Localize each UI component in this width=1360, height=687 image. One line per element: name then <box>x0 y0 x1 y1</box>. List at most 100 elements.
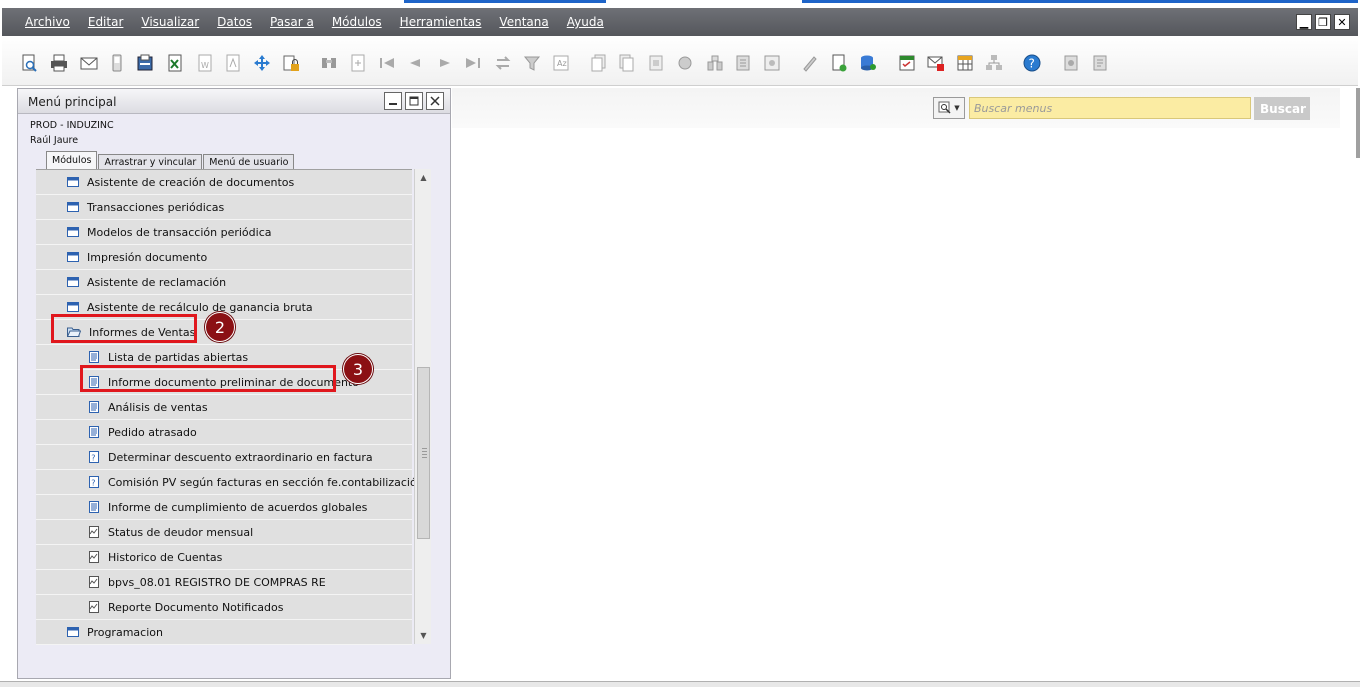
tree-item[interactable]: bpvs_08.01 REGISTRO DE COMPRAS RE <box>36 570 412 595</box>
tree-item[interactable]: Programacion <box>36 620 412 645</box>
calc-icon[interactable] <box>732 52 754 74</box>
find-icon[interactable] <box>318 52 340 74</box>
tree-item-label: Modelos de transacción periódica <box>87 225 272 239</box>
scroll-down-icon[interactable]: ▼ <box>415 627 432 644</box>
svg-text:?: ? <box>91 454 95 463</box>
panel-maximize-button[interactable] <box>405 92 423 110</box>
preview-icon[interactable] <box>18 52 40 74</box>
panel-minimize-button[interactable] <box>384 92 402 110</box>
tree-item[interactable]: Reporte Documento Notificados <box>36 595 412 620</box>
svg-text:Az: Az <box>557 59 567 68</box>
target-doc-icon[interactable] <box>616 52 638 74</box>
scroll-up-icon[interactable]: ▲ <box>415 169 432 186</box>
tree-item-label: Asistente de reclamación <box>87 275 227 289</box>
tree-item-label: Historico de Cuentas <box>108 550 223 564</box>
first-icon[interactable] <box>376 52 398 74</box>
tree-item-label: Asistente de recálculo de ganancia bruta <box>87 300 313 314</box>
menu-herramientas[interactable]: Herramientas <box>386 15 491 29</box>
next-icon[interactable] <box>434 52 456 74</box>
menu-ventana[interactable]: Ventana <box>485 15 557 29</box>
pdf-icon[interactable] <box>222 52 244 74</box>
table-icon[interactable] <box>954 52 976 74</box>
menu-archivo[interactable]: Archivo <box>2 15 79 29</box>
tab-modulos[interactable]: Módulos <box>46 151 98 170</box>
search-input[interactable] <box>969 97 1251 119</box>
panel-controls <box>384 92 444 110</box>
menu-visualizar[interactable]: Visualizar <box>127 15 208 29</box>
tree-item[interactable]: Status de deudor mensual <box>36 520 412 545</box>
tab-menu-de-usuario[interactable]: Menú de usuario <box>203 154 295 170</box>
tree-item-label: Análisis de ventas <box>108 400 208 414</box>
filter-icon[interactable] <box>521 52 543 74</box>
menu-bar: Archivo Editar Visualizar Datos Pasar a … <box>2 8 1358 36</box>
help-icon[interactable]: ? <box>1021 52 1043 74</box>
tree-item-label: Status de deudor mensual <box>108 525 254 539</box>
window-icon <box>67 251 87 263</box>
email-icon[interactable] <box>78 52 100 74</box>
report-icon <box>88 426 108 438</box>
settings2-icon[interactable] <box>1089 52 1111 74</box>
window-icon <box>67 301 87 313</box>
pen-icon[interactable] <box>799 52 821 74</box>
company-label: PROD - INDUZINC <box>30 120 114 131</box>
search-options-dropdown[interactable]: ▼ <box>933 97 965 119</box>
base-doc-icon[interactable] <box>588 52 610 74</box>
refresh-icon[interactable] <box>492 52 514 74</box>
minimize-button[interactable]: ▁ <box>1296 14 1312 30</box>
close-button[interactable]: ✕ <box>1334 14 1350 30</box>
window-icon <box>67 201 87 213</box>
menu-modulos[interactable]: Módulos <box>318 15 391 29</box>
tree-item[interactable]: ? Determinar descuento extraordinario en … <box>36 445 412 470</box>
window-icon <box>67 226 87 238</box>
scroll-thumb[interactable] <box>417 367 430 539</box>
workspace <box>452 88 1358 679</box>
mail-cancel-icon[interactable] <box>925 52 947 74</box>
tree-item[interactable]: ? Comisión PV según facturas en sección f… <box>36 470 424 495</box>
tree-item[interactable]: Transacciones periódicas <box>36 195 412 220</box>
add-icon[interactable] <box>347 52 369 74</box>
excel-icon[interactable] <box>164 52 186 74</box>
sms-icon[interactable] <box>106 52 128 74</box>
print-icon[interactable] <box>48 52 70 74</box>
tab-arrastrar-y-vincular[interactable]: Arrastrar y vincular <box>98 154 203 170</box>
menu-editar[interactable]: Editar <box>74 15 133 29</box>
tree-item[interactable]: Asistente de reclamación <box>36 270 412 295</box>
tree-item[interactable]: Historico de Cuentas <box>36 545 412 570</box>
tree-icon[interactable] <box>704 52 726 74</box>
hierarchy-icon[interactable] <box>983 52 1005 74</box>
gross-profit-icon[interactable] <box>674 52 696 74</box>
tree-item[interactable]: Asistente de creación de documentos <box>36 170 412 195</box>
tree-item-label: Lista de partidas abiertas <box>108 350 249 364</box>
calendar-icon[interactable] <box>896 52 918 74</box>
tree-item[interactable]: Impresión documento <box>36 245 412 270</box>
tree-item[interactable]: Pedido atrasado <box>36 420 412 445</box>
tree-item[interactable]: Informe de cumplimiento de acuerdos glob… <box>36 495 412 520</box>
doc-icon[interactable] <box>645 52 667 74</box>
highlight-informe-preliminar <box>80 365 336 392</box>
lock-icon[interactable] <box>280 52 302 74</box>
report-icon <box>88 401 108 413</box>
search-button[interactable]: Buscar <box>1254 97 1310 120</box>
menu-datos[interactable]: Datos <box>203 15 261 29</box>
panel-close-button[interactable] <box>426 92 444 110</box>
journal-icon[interactable] <box>761 52 783 74</box>
window-icon <box>67 276 87 288</box>
db-settings-icon[interactable] <box>857 52 879 74</box>
previous-icon[interactable] <box>404 52 426 74</box>
svg-text:?: ? <box>1029 57 1035 71</box>
tree-item[interactable]: Análisis de ventas <box>36 395 412 420</box>
tree-scrollbar[interactable]: ▲ ▼ <box>414 169 431 644</box>
menu-ayuda[interactable]: Ayuda <box>553 15 613 29</box>
tree-item-label: Impresión documento <box>87 250 208 264</box>
last-icon[interactable] <box>462 52 484 74</box>
restore-button[interactable]: ❐ <box>1315 14 1331 30</box>
tree-item-label: Asistente de creación de documentos <box>87 175 295 189</box>
word-icon[interactable]: W <box>194 52 216 74</box>
fax-icon[interactable] <box>134 52 156 74</box>
settings-icon[interactable] <box>1060 52 1082 74</box>
menu-pasar-a[interactable]: Pasar a <box>256 15 323 29</box>
move-icon[interactable] <box>251 52 273 74</box>
sort-icon[interactable]: Az <box>550 52 572 74</box>
tree-item[interactable]: Modelos de transacción periódica <box>36 220 412 245</box>
new-doc-icon[interactable] <box>828 52 850 74</box>
